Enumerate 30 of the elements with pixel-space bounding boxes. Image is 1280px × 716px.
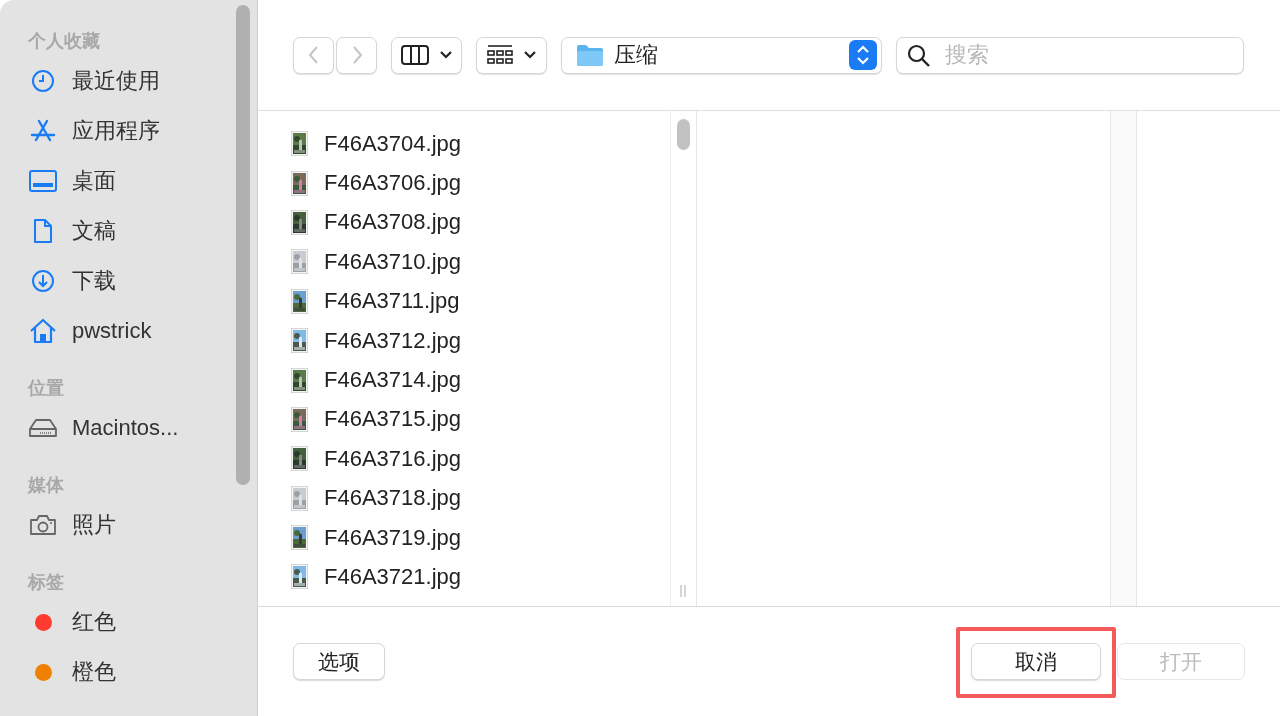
file-name[interactable]: F46A3708.jpg	[324, 209, 461, 236]
sidebar-item[interactable]: Macintos...	[72, 415, 179, 441]
file-name[interactable]: F46A3714.jpg	[324, 367, 461, 394]
file-name[interactable]: F46A3715.jpg	[324, 406, 461, 433]
sidebar-item[interactable]: 橙色	[72, 657, 116, 687]
file-name[interactable]: F46A3711.jpg	[324, 288, 460, 315]
sidebar-item[interactable]: 下载	[72, 266, 116, 296]
sidebar-item[interactable]: 红色	[72, 607, 116, 637]
sidebar-item[interactable]: 桌面	[72, 166, 116, 196]
file-name[interactable]: F46A3716.jpg	[324, 445, 461, 472]
dialog-button[interactable]: 取消	[971, 643, 1101, 680]
path-popup[interactable]: 压缩	[560, 36, 882, 74]
section-heading: 个人收藏	[28, 30, 101, 53]
sidebar-item[interactable]: 照片	[72, 510, 116, 540]
file-name[interactable]: F46A3706.jpg	[324, 170, 461, 197]
file-name[interactable]: F46A3712.jpg	[324, 327, 461, 354]
section-heading: 媒体	[28, 474, 65, 497]
section-heading: 标签	[28, 571, 65, 594]
section-heading: 位置	[28, 377, 65, 400]
file-name[interactable]: F46A3721.jpg	[324, 564, 461, 590]
file-name[interactable]: F46A3719.jpg	[324, 524, 461, 551]
sidebar-item[interactable]: 应用程序	[72, 116, 160, 146]
sidebar-item[interactable]: 文稿	[72, 216, 116, 246]
search-field[interactable]: 搜索	[896, 36, 1244, 74]
file-name[interactable]: F46A3704.jpg	[324, 130, 461, 157]
file-name[interactable]: F46A3718.jpg	[324, 485, 461, 512]
sidebar-item[interactable]: pwstrick	[72, 318, 152, 344]
options-button[interactable]: 选项	[293, 643, 385, 680]
sidebar-item[interactable]: 最近使用	[72, 66, 160, 96]
file-name[interactable]: F46A3710.jpg	[324, 248, 461, 275]
